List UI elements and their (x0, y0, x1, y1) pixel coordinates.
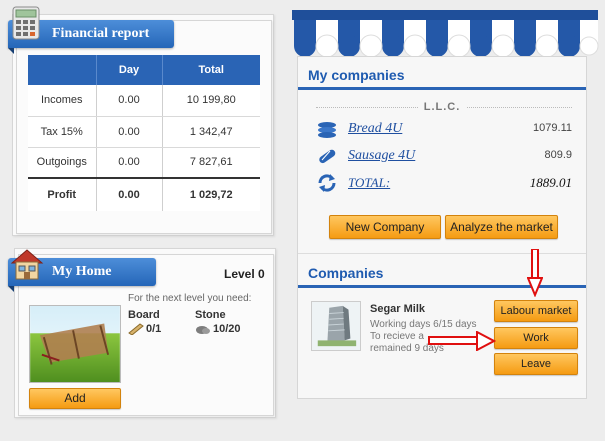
house-icon (10, 249, 44, 280)
row-total: 10 199,80 (161, 85, 260, 117)
resource-count: 10/20 (213, 323, 241, 335)
row-label: Profit (28, 177, 96, 211)
row-label: Incomes (28, 85, 96, 117)
company-group-label: L.L.C. (298, 99, 586, 113)
stone-icon (196, 326, 210, 334)
calculator-icon (12, 6, 40, 40)
resource-count: 0/1 (146, 323, 162, 335)
company-value: 1079.11 (533, 122, 572, 134)
company-row-sausage[interactable]: Sausage 4U 809.9 (316, 146, 576, 168)
annotation-arrow-right (428, 331, 496, 351)
table-row: Outgoings 0.00 7 827,61 (28, 147, 260, 179)
financial-table: Day Total Incomes 0.00 10 199,80 Tax 15%… (28, 55, 260, 211)
annotation-arrow-down (527, 249, 543, 297)
company-row-bread[interactable]: Bread 4U 1079.11 (316, 119, 576, 141)
company-receive-text: To recieve a (370, 331, 424, 342)
sausage-icon (319, 149, 336, 164)
resource-name: Stone (195, 309, 226, 321)
ribbon-fold (8, 48, 14, 54)
company-working-days: Working days 6/15 days (370, 319, 477, 330)
row-total: 7 827,61 (161, 147, 260, 179)
analyze-market-button[interactable]: Analyze the market (445, 215, 558, 239)
my-companies-title: My companies (308, 67, 405, 83)
resource-name: Board (128, 309, 160, 321)
shop-awning (292, 10, 599, 56)
total-label: TOTAL: (348, 175, 391, 190)
table-row: Tax 15% 0.00 1 342,47 (28, 116, 260, 148)
company-name: Segar Milk (370, 303, 426, 315)
row-label: Outgoings (28, 147, 96, 179)
ribbon-fold (8, 286, 14, 292)
resource-stone: Stone 10/20 (195, 309, 265, 339)
table-header-day: Day (95, 55, 162, 85)
company-name-link[interactable]: Sausage 4U (348, 148, 415, 164)
table-header-blank (28, 55, 96, 85)
row-day: 0.00 (95, 116, 162, 148)
labour-market-button[interactable]: Labour market (494, 300, 578, 322)
company-building-image (311, 301, 361, 351)
row-day: 0.00 (95, 177, 162, 211)
row-label: Tax 15% (28, 116, 96, 148)
row-total: 1 029,72 (161, 177, 260, 211)
my-home-title: My Home (52, 264, 112, 279)
companies-title: Companies (308, 265, 384, 281)
total-value: 1889.01 (529, 175, 572, 190)
table-header-total: Total (161, 55, 260, 85)
row-day: 0.00 (95, 147, 162, 179)
bread-icon (318, 122, 336, 138)
row-day: 0.00 (95, 85, 162, 117)
home-level: Level 0 (224, 267, 265, 281)
work-button[interactable]: Work (494, 327, 578, 349)
company-name-link[interactable]: Bread 4U (348, 121, 402, 137)
company-row-total: TOTAL: 1889.01 (316, 173, 576, 195)
leave-button[interactable]: Leave (494, 353, 578, 375)
financial-report-title: Financial report (52, 26, 150, 41)
table-row-profit: Profit 0.00 1 029,72 (28, 177, 260, 211)
company-value: 809.9 (544, 149, 572, 161)
board-icon (128, 323, 144, 335)
row-total: 1 342,47 (161, 116, 260, 148)
llc-label: L.L.C. (417, 101, 467, 113)
add-button[interactable]: Add (29, 388, 121, 409)
section-divider (298, 87, 586, 90)
new-company-button[interactable]: New Company (329, 215, 441, 239)
home-need-text: For the next level you need: (128, 293, 252, 304)
table-header-row: Day Total (28, 55, 260, 85)
resource-board: Board 0/1 (128, 309, 188, 339)
table-row: Incomes 0.00 10 199,80 (28, 85, 260, 117)
refresh-icon (318, 174, 336, 192)
home-image (29, 305, 121, 383)
